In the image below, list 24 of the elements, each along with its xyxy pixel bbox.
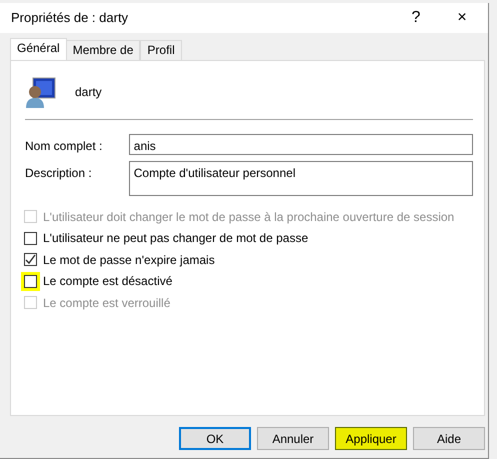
- checkbox[interactable]: [24, 232, 37, 245]
- checkbox-label: L'utilisateur doit changer le mot de passe à la prochaine ouverture de session: [43, 208, 454, 226]
- name-field[interactable]: anis: [128, 134, 473, 155]
- checkbox-label: Le mot de passe n'expire jamais: [43, 252, 215, 269]
- window-title: Propriétés de : darty: [11, 9, 130, 28]
- help-button[interactable]: ?: [393, 3, 439, 33]
- checkbox[interactable]: [24, 253, 37, 266]
- dialog-button[interactable]: Annuler: [257, 427, 329, 450]
- description-field[interactable]: Compte d'utilisateur personnel: [128, 161, 473, 196]
- user-name: darty: [75, 84, 102, 101]
- checkbox-label: Le compte est désactivé: [43, 273, 172, 290]
- field-label: Nom complet :: [25, 138, 104, 155]
- checkbox-label: Le compte est verrouillé: [43, 294, 170, 312]
- checkbox-label: L'utilisateur ne peut pas changer de mot de passe: [43, 230, 308, 248]
- tab[interactable]: Général: [10, 38, 67, 60]
- tab[interactable]: Membre de: [66, 40, 140, 60]
- close-button[interactable]: ×: [439, 3, 485, 33]
- dialog-button[interactable]: OK: [179, 427, 251, 450]
- field-label: Description :: [25, 165, 93, 182]
- dialog-button[interactable]: Aide: [413, 427, 485, 450]
- checkbox[interactable]: [24, 274, 37, 288]
- dialog-button[interactable]: Appliquer: [335, 427, 407, 450]
- user-icon: [25, 76, 57, 108]
- tab[interactable]: Profil: [140, 40, 182, 60]
